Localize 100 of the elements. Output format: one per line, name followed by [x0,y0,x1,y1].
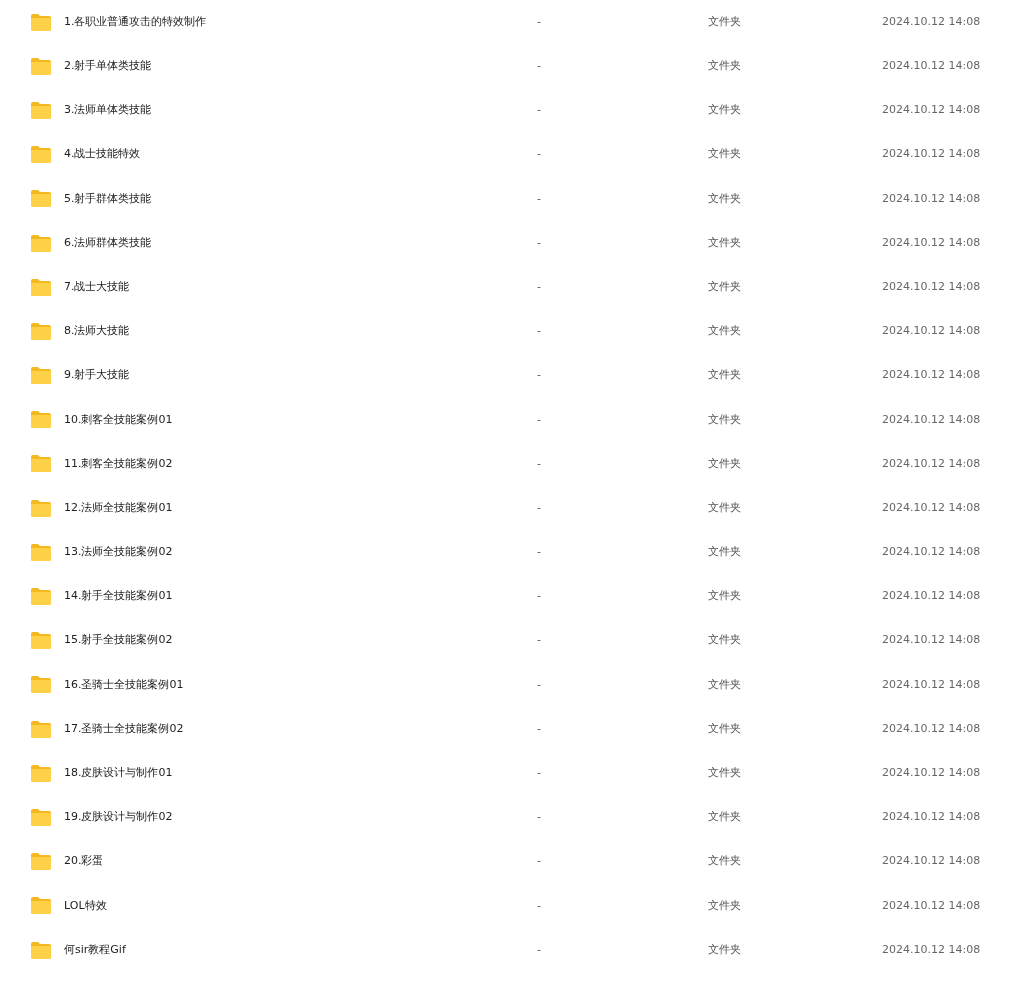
folder-icon [30,56,52,76]
file-size: - [537,720,542,737]
folder-row[interactable]: 7.战士大技能 - 文件夹 2024.10.12 14:08 [0,265,1024,310]
folder-row[interactable]: 8.法师大技能 - 文件夹 2024.10.12 14:08 [0,309,1024,354]
file-size: - [537,941,542,958]
file-name: 15.射手全技能案例02 [64,632,174,649]
folder-row[interactable]: 2.射手单体类技能 - 文件夹 2024.10.12 14:08 [0,44,1024,89]
folder-icon [30,454,52,474]
file-type: 文件夹 [708,897,742,914]
folder-row[interactable]: 18.皮肤设计与制作01 - 文件夹 2024.10.12 14:08 [0,751,1024,796]
folder-row[interactable]: 17.圣骑士全技能案例02 - 文件夹 2024.10.12 14:08 [0,707,1024,752]
folder-row[interactable]: 5.射手群体类技能 - 文件夹 2024.10.12 14:08 [0,176,1024,221]
folder-row[interactable]: 12.法师全技能案例01 - 文件夹 2024.10.12 14:08 [0,486,1024,531]
folder-row[interactable]: 14.射手全技能案例01 - 文件夹 2024.10.12 14:08 [0,574,1024,619]
file-size: - [537,190,542,207]
folder-row[interactable]: 10.刺客全技能案例01 - 文件夹 2024.10.12 14:08 [0,397,1024,442]
folder-icon [30,940,52,960]
folder-row[interactable]: 16.圣骑士全技能案例01 - 文件夹 2024.10.12 14:08 [0,662,1024,707]
folder-icon [30,189,52,209]
folder-icon [30,631,52,651]
modified-date: 2024.10.12 14:08 [882,720,981,737]
modified-date: 2024.10.12 14:08 [882,323,981,340]
file-size: - [537,853,542,870]
file-name: 18.皮肤设计与制作01 [64,765,174,782]
folder-icon [30,233,52,253]
file-size: - [537,323,542,340]
file-type: 文件夹 [708,234,742,251]
folder-row[interactable]: 3.法师单体类技能 - 文件夹 2024.10.12 14:08 [0,88,1024,133]
folder-icon [30,852,52,872]
file-size: - [537,499,542,516]
folder-icon [30,587,52,607]
folder-icon [30,12,52,32]
file-name: 1.各职业普通攻击的特效制作 [64,13,208,30]
file-type: 文件夹 [708,853,742,870]
modified-date: 2024.10.12 14:08 [882,676,981,693]
modified-date: 2024.10.12 14:08 [882,809,981,826]
modified-date: 2024.10.12 14:08 [882,13,981,30]
file-size: - [537,632,542,649]
file-type: 文件夹 [708,367,742,384]
file-name: 5.射手群体类技能 [64,190,153,207]
folder-row[interactable]: 13.法师全技能案例02 - 文件夹 2024.10.12 14:08 [0,530,1024,575]
modified-date: 2024.10.12 14:08 [882,897,981,914]
folder-icon [30,896,52,916]
folder-row[interactable]: 6.法师群体类技能 - 文件夹 2024.10.12 14:08 [0,220,1024,266]
folder-row[interactable]: LOL特效 - 文件夹 2024.10.12 14:08 [0,883,1024,928]
folder-row[interactable]: 1.各职业普通攻击的特效制作 - 文件夹 2024.10.12 14:08 [0,0,1024,45]
folder-icon [30,366,52,386]
file-type: 文件夹 [708,720,742,737]
modified-date: 2024.10.12 14:08 [882,544,981,561]
file-type: 文件夹 [708,102,742,119]
file-size: - [537,278,542,295]
file-name: 4.战士技能特效 [64,146,142,163]
modified-date: 2024.10.12 14:08 [882,58,981,75]
file-size: - [537,765,542,782]
file-name: 16.圣骑士全技能案例01 [64,676,185,693]
file-type: 文件夹 [708,278,742,295]
file-type: 文件夹 [708,411,742,428]
file-name: 13.法师全技能案例02 [64,544,174,561]
file-type: 文件夹 [708,588,742,605]
folder-row[interactable]: 9.射手大技能 - 文件夹 2024.10.12 14:08 [0,353,1024,398]
file-type: 文件夹 [708,809,742,826]
file-size: - [537,367,542,384]
file-name: 6.法师群体类技能 [64,234,153,251]
file-size: - [537,58,542,75]
file-name: 7.战士大技能 [64,278,131,295]
file-name: LOL特效 [64,897,108,914]
modified-date: 2024.10.12 14:08 [882,588,981,605]
file-size: - [537,455,542,472]
file-type: 文件夹 [708,455,742,472]
file-size: - [537,809,542,826]
file-name: 12.法师全技能案例01 [64,499,174,516]
folder-icon [30,542,52,562]
file-type: 文件夹 [708,190,742,207]
modified-date: 2024.10.12 14:08 [882,411,981,428]
folder-icon [30,145,52,165]
file-name: 9.射手大技能 [64,367,131,384]
modified-date: 2024.10.12 14:08 [882,367,981,384]
file-name: 19.皮肤设计与制作02 [64,809,174,826]
folder-row[interactable]: 19.皮肤设计与制作02 - 文件夹 2024.10.12 14:08 [0,795,1024,840]
file-name: 17.圣骑士全技能案例02 [64,720,185,737]
folder-icon [30,807,52,827]
folder-icon [30,277,52,297]
folder-icon [30,763,52,783]
folder-icon [30,675,52,695]
folder-row[interactable]: 15.射手全技能案例02 - 文件夹 2024.10.12 14:08 [0,618,1024,663]
folder-icon [30,719,52,739]
file-type: 文件夹 [708,941,742,958]
file-size: - [537,897,542,914]
file-type: 文件夹 [708,632,742,649]
file-type: 文件夹 [708,323,742,340]
folder-row[interactable]: 20.彩蛋 - 文件夹 2024.10.12 14:08 [0,839,1024,884]
file-name: 2.射手单体类技能 [64,58,153,75]
folder-icon [30,100,52,120]
folder-row[interactable]: 11.刺客全技能案例02 - 文件夹 2024.10.12 14:08 [0,441,1024,487]
file-name: 14.射手全技能案例01 [64,588,174,605]
file-size: - [537,234,542,251]
folder-icon [30,321,52,341]
file-name: 何sir教程Gif [64,941,127,958]
folder-row[interactable]: 4.战士技能特效 - 文件夹 2024.10.12 14:08 [0,132,1024,177]
folder-row[interactable]: 何sir教程Gif - 文件夹 2024.10.12 14:08 [0,927,1024,973]
